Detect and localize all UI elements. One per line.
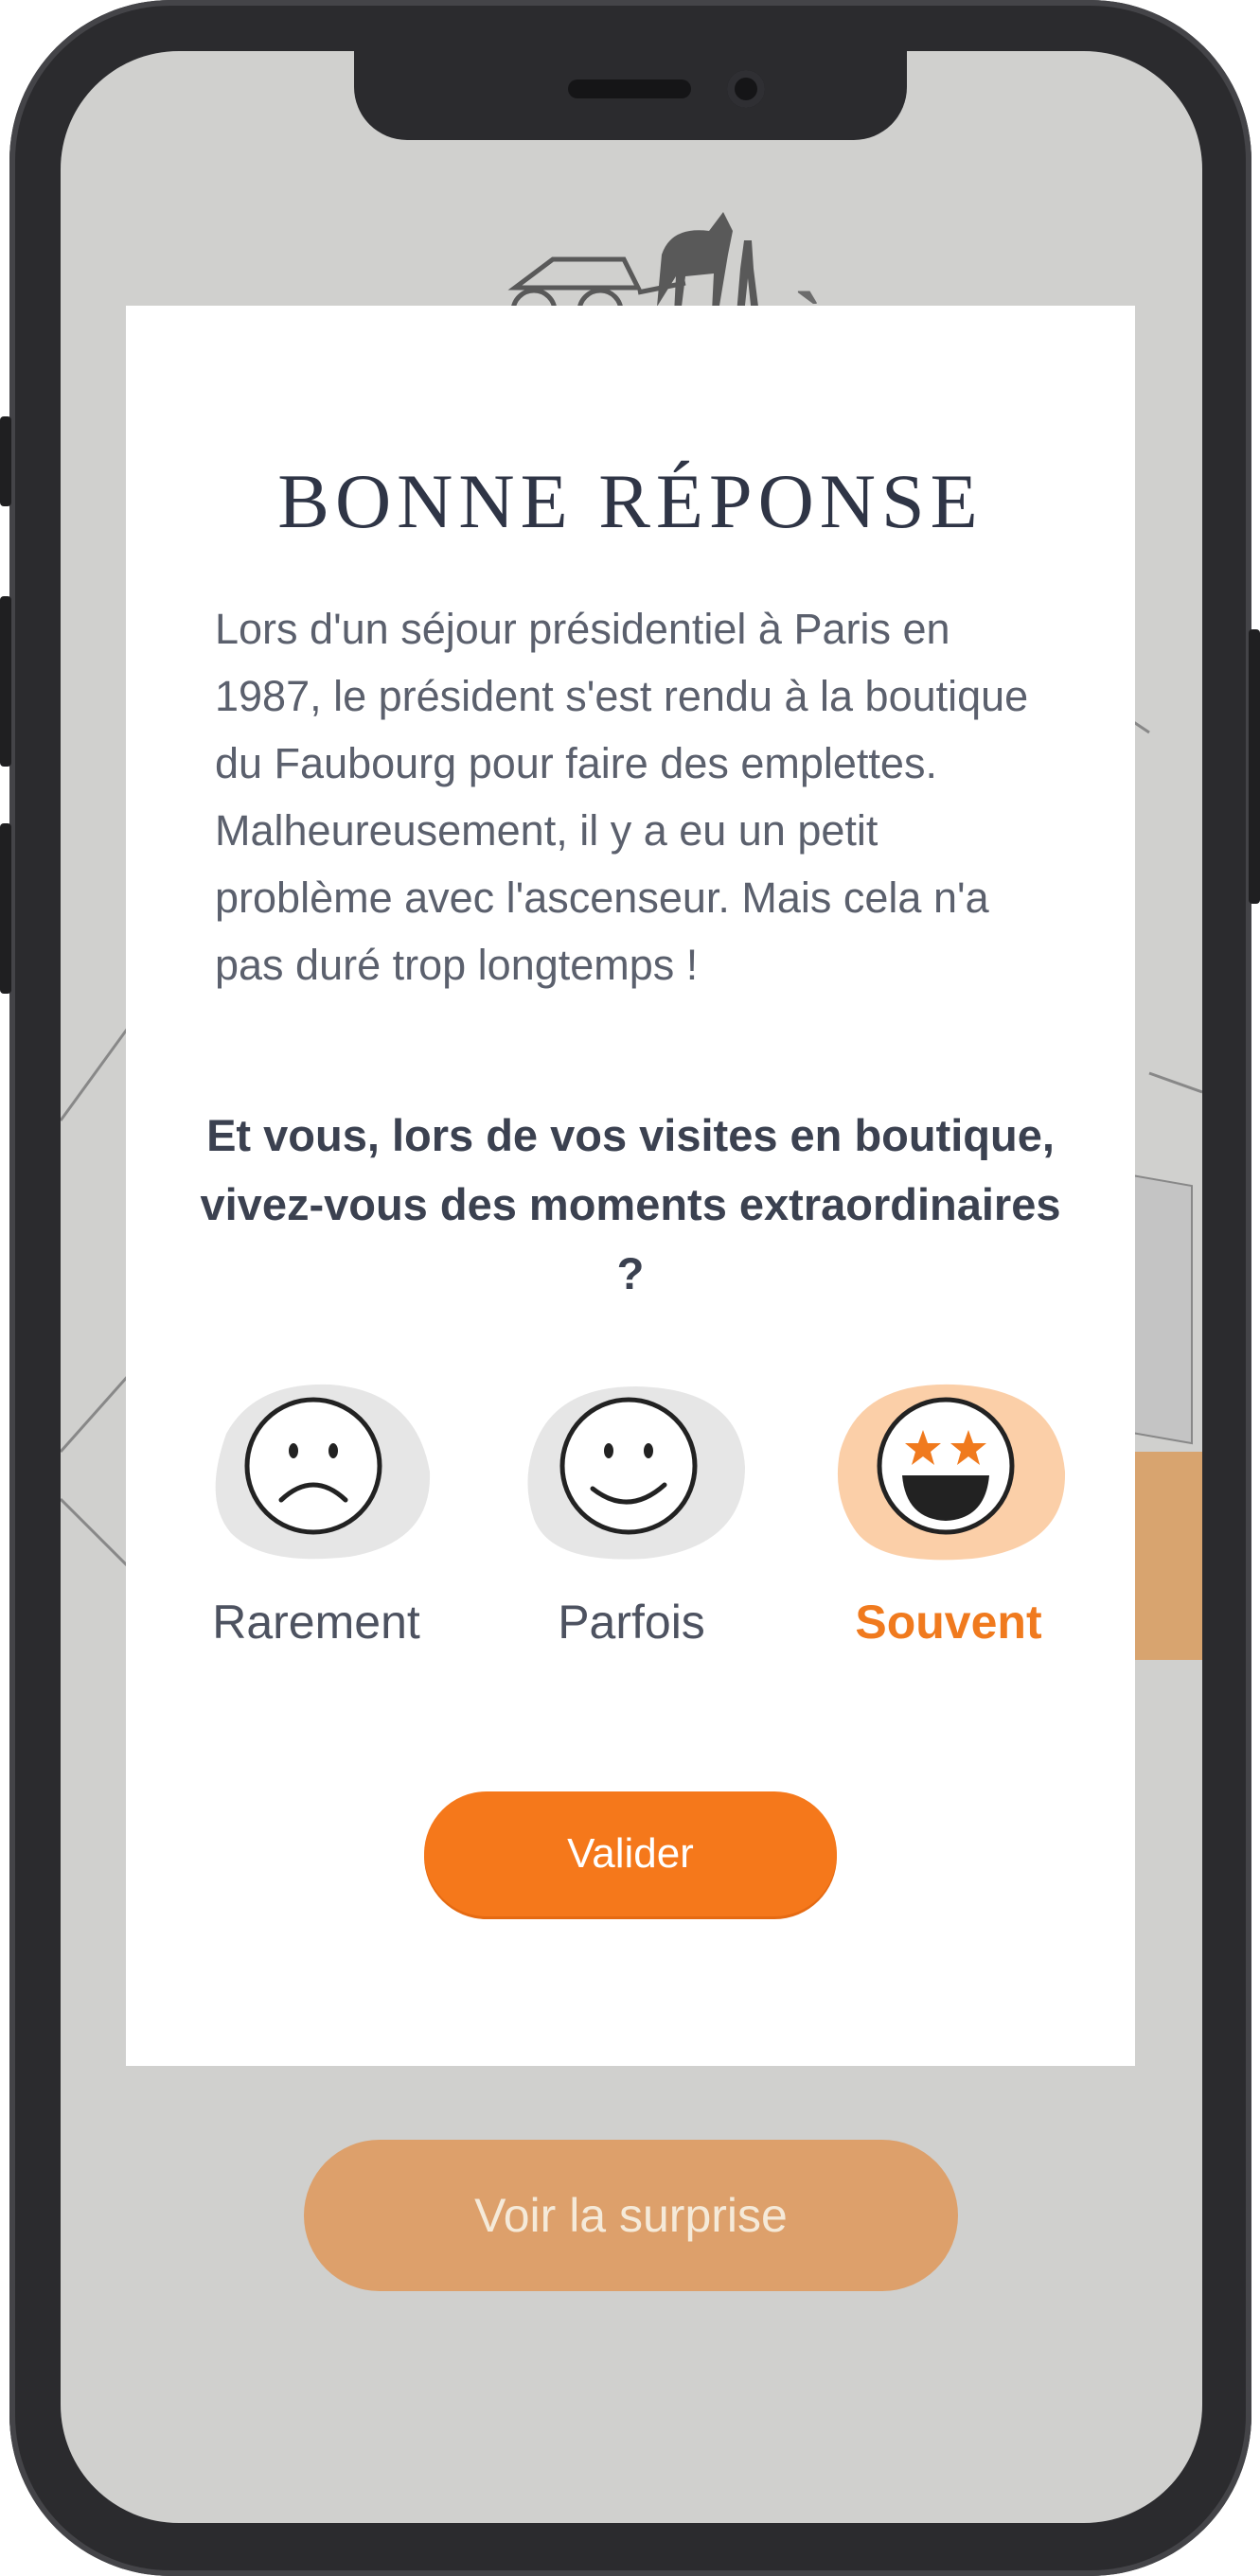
star-eyes-face-icon <box>877 1397 1015 1535</box>
validate-button[interactable]: Valider <box>424 1791 837 1916</box>
quiz-result-modal: BONNE RÉPONSE Lors d'un séjour président… <box>126 306 1135 2066</box>
phone-side-button <box>0 823 11 994</box>
choice-label: Rarement <box>212 1596 420 1649</box>
choice-souvent[interactable]: Souvent <box>811 1377 1086 1661</box>
modal-title: BONNE RÉPONSE <box>277 458 984 544</box>
choice-label: Souvent <box>855 1596 1042 1649</box>
choice-rarement[interactable]: Rarement <box>179 1377 453 1661</box>
phone-speaker <box>568 79 691 98</box>
phone-side-button <box>0 416 11 506</box>
sad-face-icon <box>244 1397 382 1535</box>
choice-parfois[interactable]: Parfois <box>494 1377 769 1661</box>
smile-face-icon <box>559 1397 698 1535</box>
choice-label: Parfois <box>558 1596 705 1649</box>
phone-side-button <box>0 596 11 767</box>
phone-side-button <box>1249 629 1260 904</box>
feedback-question: Et vous, lors de vos visites en boutique… <box>200 1110 1061 1298</box>
front-camera <box>727 70 765 108</box>
see-surprise-button[interactable]: Voir la surprise <box>304 2140 958 2291</box>
answer-explanation: Lors d'un séjour présidentiel à Paris en… <box>215 605 1029 989</box>
